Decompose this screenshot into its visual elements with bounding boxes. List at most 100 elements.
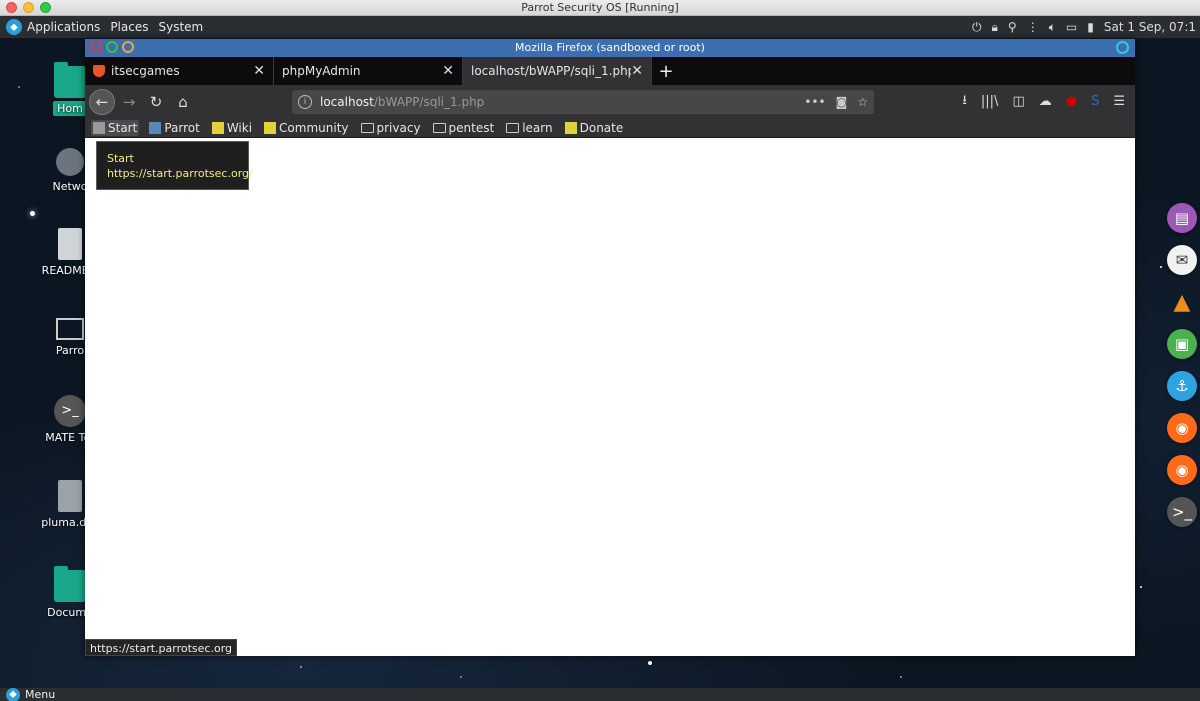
close-tab-icon[interactable]: ✕ — [253, 63, 265, 79]
tab-sqli[interactable]: localhost/bWAPP/sqli_1.php ✕ — [463, 57, 652, 85]
reload-button[interactable]: ↻ — [143, 89, 169, 115]
bookmark-folder-pentest[interactable]: pentest — [431, 120, 497, 136]
tab-strip: itsecgames ✕ phpMyAdmin ✕ localhost/bWAP… — [85, 57, 1135, 85]
host-titlebar: Parrot Security OS [Running] — [0, 0, 1200, 16]
page-content[interactable] — [85, 138, 1135, 656]
folder-icon — [506, 122, 520, 133]
bookmark-label: Wiki — [226, 120, 253, 135]
image-viewer-icon[interactable]: ▣ — [1167, 329, 1197, 359]
maximize-button[interactable] — [106, 41, 118, 53]
right-dock: ▤ ✉ ▲ ▣ ⚓ ◉ ◉ >_ — [1167, 203, 1200, 539]
bookmark-donate[interactable]: Donate — [563, 120, 626, 136]
parrot-favicon-icon — [149, 121, 162, 134]
site-info-icon[interactable]: i — [298, 94, 312, 109]
host-title: Parrot Security OS [Running] — [521, 1, 679, 14]
volume-icon[interactable]: 🔈︎ — [1049, 20, 1056, 35]
bookmark-label: Community — [279, 120, 349, 135]
menu-system[interactable]: System — [158, 20, 203, 34]
status-bar: https://start.parrotsec.org — [85, 639, 238, 656]
bookmark-star-icon[interactable]: ☆ — [857, 95, 868, 109]
menu-applications[interactable]: Applications — [27, 20, 100, 34]
clock[interactable]: Sat 1 Sep, 07:1 — [1104, 20, 1196, 34]
desktop-icon-label: Parro — [55, 344, 85, 357]
hamburger-menu-icon[interactable]: ☰ — [1113, 94, 1125, 109]
text-editor-icon[interactable]: ▤ — [1167, 203, 1197, 233]
firefox-icon[interactable]: ◉ — [1167, 413, 1197, 443]
extension-s-icon[interactable]: S — [1091, 94, 1099, 109]
window-controls — [90, 41, 134, 53]
display-icon[interactable]: ▭ — [1066, 20, 1077, 34]
tab-phpmyadmin[interactable]: phpMyAdmin ✕ — [274, 57, 463, 85]
anchor-icon[interactable]: ⚓ — [1167, 371, 1197, 401]
text-file-icon — [58, 228, 82, 260]
window-menu-button[interactable] — [1116, 41, 1129, 54]
launcher-file-icon — [58, 480, 82, 512]
downloads-icon[interactable]: ⭳ — [962, 91, 967, 113]
host-minimize-button[interactable] — [23, 2, 34, 13]
bookmark-label: learn — [522, 120, 553, 135]
library-icon[interactable]: |||\ — [981, 94, 999, 109]
folder-icon — [360, 122, 374, 133]
tab-label: itsecgames — [111, 64, 180, 78]
close-tab-icon[interactable]: ✕ — [442, 63, 454, 79]
battery-icon[interactable]: ▮ — [1087, 20, 1094, 34]
bookmark-wiki[interactable]: Wiki — [210, 120, 254, 136]
navigation-toolbar: ← → ↻ ⌂ i localhost/bWAPP/sqli_1.php •••… — [85, 85, 1135, 118]
host-close-button[interactable] — [6, 2, 17, 13]
bookmark-folder-privacy[interactable]: privacy — [359, 120, 423, 136]
back-button[interactable]: ← — [89, 88, 115, 115]
parrot-logo-icon[interactable]: ⬥ — [6, 19, 22, 35]
bottom-menu-button[interactable]: Menu — [25, 688, 55, 701]
network-icon — [56, 148, 84, 176]
wiki-favicon-icon — [211, 121, 224, 134]
bookmark-parrot[interactable]: Parrot — [147, 120, 202, 136]
bookmark-folder-learn[interactable]: learn — [504, 120, 554, 136]
bookmark-community[interactable]: Community — [262, 120, 350, 136]
pocket-icon[interactable]: ◙ — [836, 95, 848, 109]
vlc-icon[interactable]: ▲ — [1167, 287, 1197, 317]
bookmark-start[interactable]: Start — [91, 119, 140, 136]
community-favicon-icon — [264, 121, 277, 134]
shield-favicon-icon — [93, 65, 105, 77]
mail-icon[interactable]: ✉ — [1167, 245, 1197, 275]
panel-tray: ⏻ 🔒︎ ⚲ ⋮ 🔈︎ ▭ ▮ Sat 1 Sep, 07:1 — [972, 20, 1200, 35]
new-tab-button[interactable]: + — [652, 57, 680, 85]
lock-icon[interactable]: 🔒︎ — [992, 20, 998, 35]
monitor-icon — [56, 318, 84, 340]
desktop-icon-label: Netwo — [52, 180, 88, 193]
host-zoom-button[interactable] — [40, 2, 51, 13]
donate-favicon-icon — [564, 121, 577, 134]
forward-button[interactable]: → — [116, 89, 142, 115]
bottom-panel: ⬥ Menu — [0, 687, 1200, 701]
tooltip-url: https://start.parrotsec.org/ — [107, 167, 253, 180]
power-icon[interactable]: ⏻ — [972, 20, 982, 35]
more-vertical-icon[interactable]: ⋮ — [1027, 20, 1039, 34]
close-button[interactable] — [90, 41, 102, 53]
folder-icon — [54, 566, 86, 602]
terminal-icon[interactable]: >_ — [1167, 497, 1197, 527]
sidebar-icon[interactable]: ◫ — [1012, 94, 1024, 109]
menu-places[interactable]: Places — [110, 20, 148, 34]
url-bar[interactable]: i localhost/bWAPP/sqli_1.php ••• ◙ ☆ — [292, 89, 874, 114]
bookmark-label: Start — [108, 120, 138, 135]
menu-logo-icon[interactable]: ⬥ — [6, 687, 20, 701]
close-tab-icon[interactable]: ✕ — [631, 63, 643, 79]
bookmark-label: privacy — [376, 120, 421, 135]
tab-itsecgames[interactable]: itsecgames ✕ — [85, 57, 274, 85]
extension-icon[interactable]: ☁ — [1039, 94, 1052, 109]
tooltip-title: Start — [107, 152, 134, 165]
url-host: localhost — [320, 94, 374, 109]
home-button[interactable]: ⌂ — [170, 89, 196, 115]
bookmark-label: pentest — [448, 120, 495, 135]
ublock-icon[interactable]: ● — [1066, 94, 1077, 109]
desktop-icon-label: Hom — [53, 101, 87, 116]
search-icon[interactable]: ⚲ — [1008, 20, 1017, 34]
tab-label: phpMyAdmin — [282, 64, 361, 78]
minimize-button[interactable] — [122, 41, 134, 53]
home-folder-icon — [54, 62, 86, 98]
firefox-icon[interactable]: ◉ — [1167, 455, 1197, 485]
page-actions-icon[interactable]: ••• — [804, 95, 825, 109]
bookmark-tooltip: Start https://start.parrotsec.org/ — [96, 141, 253, 190]
bookmark-label: Donate — [579, 120, 624, 135]
firefox-window: Mozilla Firefox (sandboxed or root) itse… — [85, 39, 1135, 656]
